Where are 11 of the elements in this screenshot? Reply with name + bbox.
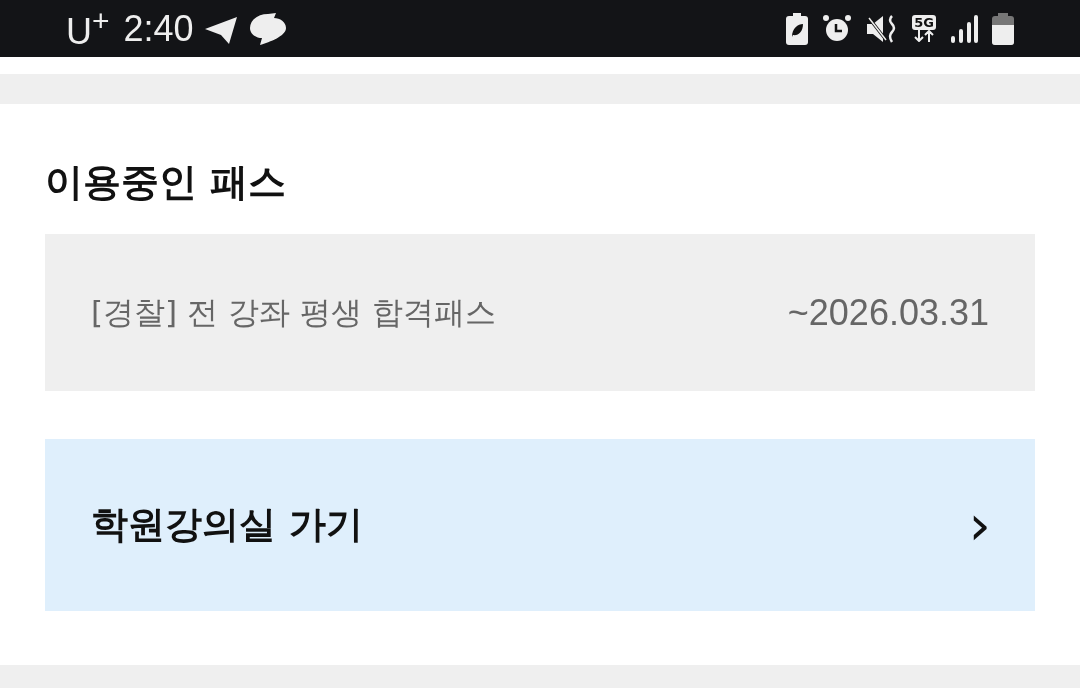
pass-expiry: ~2026.03.31 (787, 291, 989, 334)
classroom-link-button[interactable]: 학원강의실 가기 › (45, 439, 1035, 611)
battery-saver-icon (786, 12, 809, 45)
section-title: 이용중인 패스 (45, 159, 288, 206)
signal-icon (950, 13, 978, 44)
clock-time: 2:40 (123, 7, 194, 50)
chat-bubble-icon (247, 11, 288, 46)
battery-icon (992, 12, 1014, 45)
alarm-clock-icon (822, 13, 853, 44)
carrier-label: U$^{+}$ (66, 4, 110, 53)
pass-name: [경찰] 전 강좌 평생 합격패스 (91, 292, 496, 332)
